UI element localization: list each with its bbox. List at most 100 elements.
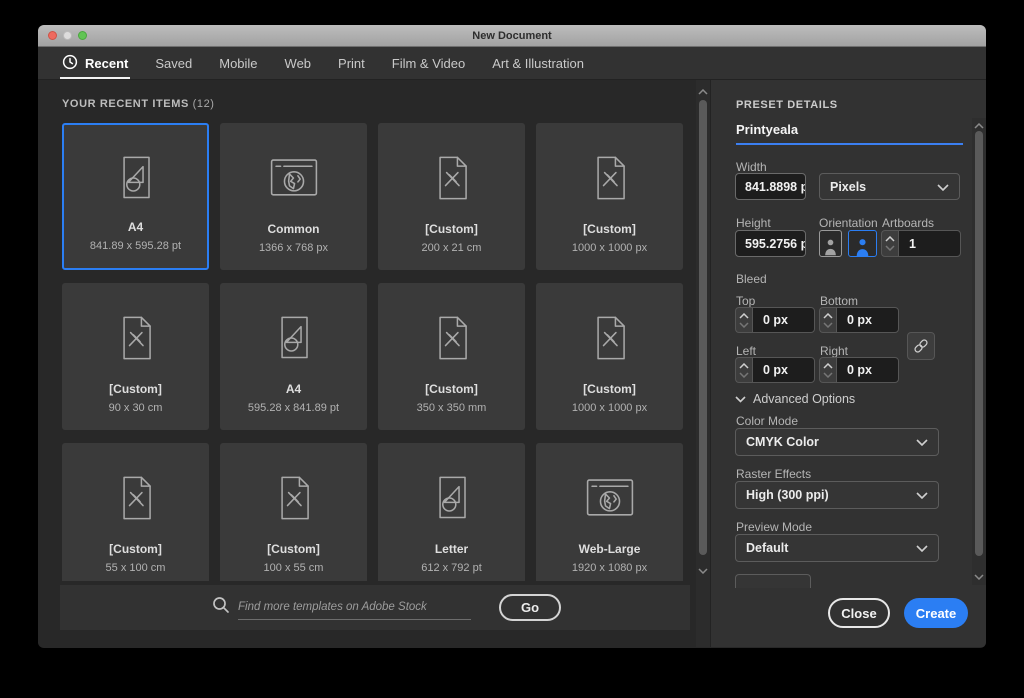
custom-icon: [426, 123, 478, 222]
minimize-window-button[interactable]: [63, 31, 72, 40]
preset-size: 1920 x 1080 px: [572, 562, 647, 574]
preset-name: [Custom]: [109, 382, 162, 396]
preset-card[interactable]: A4841.89 x 595.28 pt: [62, 123, 209, 270]
preset-size: 1000 x 1000 px: [572, 402, 647, 414]
scroll-down-icon[interactable]: [972, 571, 986, 583]
tab-web[interactable]: Web: [285, 47, 312, 79]
height-input[interactable]: [735, 230, 806, 257]
tab-bar: Recent Saved Mobile Web Print Film & Vid…: [38, 47, 986, 80]
go-button[interactable]: Go: [499, 594, 561, 621]
close-button[interactable]: Close: [828, 598, 890, 628]
stepper-buttons[interactable]: [819, 307, 836, 333]
recent-items-title: YOUR RECENT ITEMS: [62, 98, 189, 110]
stepper-buttons[interactable]: [881, 230, 898, 257]
tab-label: Web: [285, 56, 312, 71]
panel-scrollbar[interactable]: [972, 118, 986, 585]
preset-name: A4: [128, 220, 143, 234]
preset-name: Common: [268, 222, 320, 236]
preview-mode-label: Preview Mode: [736, 520, 812, 534]
orientation-portrait-button[interactable]: [819, 230, 842, 257]
bleed-right-stepper[interactable]: 0 px: [819, 357, 899, 383]
close-window-button[interactable]: [48, 31, 57, 40]
tab-art-illustration[interactable]: Art & Illustration: [492, 47, 584, 79]
chevron-down-icon: [916, 539, 928, 557]
clipped-dropdown[interactable]: [735, 574, 811, 588]
landscape-icon: [853, 236, 872, 256]
link-bleed-values-button[interactable]: [907, 332, 935, 360]
scrollbar-thumb[interactable]: [699, 100, 707, 555]
artboards-stepper[interactable]: 1: [881, 230, 961, 257]
tab-print[interactable]: Print: [338, 47, 365, 79]
zoom-window-button[interactable]: [78, 31, 87, 40]
stepper-buttons[interactable]: [819, 357, 836, 383]
color-mode-value: CMYK Color: [746, 435, 819, 449]
bleed-bottom-value[interactable]: 0 px: [836, 307, 899, 333]
bleed-top-label: Top: [736, 294, 755, 308]
bleed-bottom-label: Bottom: [820, 294, 858, 308]
main-scrollbar[interactable]: [696, 80, 710, 647]
tab-saved[interactable]: Saved: [155, 47, 192, 79]
preset-card[interactable]: [Custom]350 x 350 mm: [378, 283, 525, 430]
custom-icon: [584, 123, 636, 222]
preset-card[interactable]: [Custom]200 x 21 cm: [378, 123, 525, 270]
preview-mode-dropdown[interactable]: Default: [735, 534, 939, 562]
advanced-options-label: Advanced Options: [753, 392, 855, 406]
bleed-top-value[interactable]: 0 px: [752, 307, 815, 333]
preset-size: 55 x 100 cm: [106, 562, 166, 574]
tab-film-video[interactable]: Film & Video: [392, 47, 465, 79]
web-globe-icon: [582, 472, 638, 524]
preset-card[interactable]: [Custom]1000 x 1000 px: [536, 123, 683, 270]
bleed-left-stepper[interactable]: 0 px: [735, 357, 815, 383]
preview-mode-value: Default: [746, 541, 788, 555]
preset-card[interactable]: [Custom] 1000 x 1000 px: [536, 283, 683, 430]
preset-card[interactable]: A4595.28 x 841.89 pt: [220, 283, 367, 430]
units-dropdown[interactable]: Pixels: [819, 173, 960, 200]
color-mode-label: Color Mode: [736, 414, 798, 428]
web-icon: [266, 123, 322, 222]
search-input[interactable]: [238, 596, 471, 620]
window-title: New Document: [472, 30, 551, 42]
recent-items-area: YOUR RECENT ITEMS (12) A4841.89 x 595.28…: [38, 80, 710, 647]
artboard-icon: [110, 152, 162, 204]
bleed-right-value[interactable]: 0 px: [836, 357, 899, 383]
portrait-icon: [822, 236, 839, 256]
units-value: Pixels: [830, 180, 866, 194]
search-icon: [212, 596, 230, 619]
bleed-label: Bleed: [736, 272, 767, 286]
preset-card[interactable]: [Custom]100 x 55 cm: [220, 443, 367, 581]
artboard-icon: [426, 472, 478, 524]
scroll-up-icon[interactable]: [696, 86, 710, 98]
preset-name: [Custom]: [583, 382, 636, 396]
custom-document-icon: [426, 312, 478, 364]
custom-icon: [426, 283, 478, 382]
stepper-buttons[interactable]: [735, 307, 752, 333]
preset-card[interactable]: Letter612 x 792 pt: [378, 443, 525, 581]
tab-recent[interactable]: Recent: [62, 47, 128, 79]
stepper-buttons[interactable]: [735, 357, 752, 383]
bleed-bottom-stepper[interactable]: 0 px: [819, 307, 899, 333]
orientation-label: Orientation: [819, 216, 878, 230]
preset-card[interactable]: [Custom] 55 x 100 cm: [62, 443, 209, 581]
scrollbar-thumb[interactable]: [975, 131, 983, 556]
preset-details-heading: PRESET DETAILS: [736, 99, 838, 111]
advanced-options-toggle[interactable]: Advanced Options: [735, 392, 855, 406]
tab-mobile[interactable]: Mobile: [219, 47, 257, 79]
bleed-left-value[interactable]: 0 px: [752, 357, 815, 383]
color-mode-dropdown[interactable]: CMYK Color: [735, 428, 939, 456]
titlebar: New Document: [38, 25, 986, 47]
preset-card[interactable]: Web-Large1920 x 1080 px: [536, 443, 683, 581]
preset-name: [Custom]: [109, 542, 162, 556]
document-name-field[interactable]: [736, 122, 963, 145]
raster-effects-dropdown[interactable]: High (300 ppi): [735, 481, 939, 509]
preset-card[interactable]: Common1366 x 768 px: [220, 123, 367, 270]
artboards-value[interactable]: 1: [898, 230, 961, 257]
create-button[interactable]: Create: [904, 598, 968, 628]
tab-label: Recent: [85, 56, 128, 71]
preset-card[interactable]: [Custom]90 x 30 cm: [62, 283, 209, 430]
custom-document-icon: [268, 472, 320, 524]
recent-items-heading: YOUR RECENT ITEMS (12): [62, 98, 215, 110]
bleed-top-stepper[interactable]: 0 px: [735, 307, 815, 333]
width-input[interactable]: [735, 173, 806, 200]
orientation-landscape-button[interactable]: [848, 230, 877, 257]
scroll-down-icon[interactable]: [696, 565, 710, 577]
